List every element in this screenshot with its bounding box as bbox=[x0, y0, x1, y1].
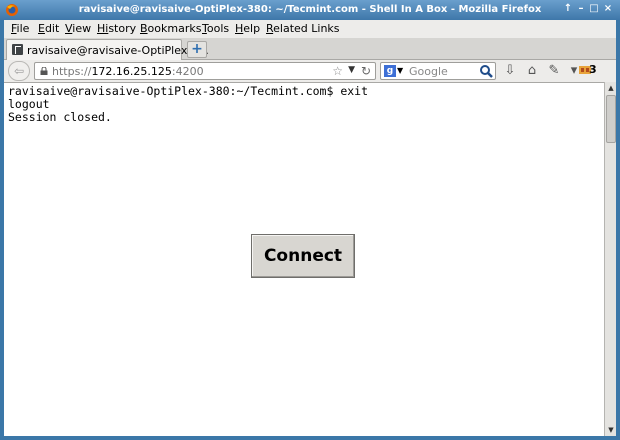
tab-bar: ravisaive@ravisaive-OptiPlex-3... + bbox=[4, 38, 616, 60]
tab-shell-in-a-box[interactable]: ravisaive@ravisaive-OptiPlex-3... bbox=[6, 39, 209, 60]
menu-tools-rest: ools bbox=[206, 22, 230, 35]
menu-related-links[interactable]: Related Links bbox=[266, 22, 340, 35]
engine-dropdown-icon[interactable]: ▼ bbox=[397, 66, 403, 75]
back-arrow-icon: ⇦ bbox=[13, 64, 25, 78]
search-placeholder: Google bbox=[409, 65, 448, 78]
scroll-thumb[interactable] bbox=[606, 95, 616, 143]
menu-edit-rest: dit bbox=[44, 22, 60, 35]
url-text: https://172.16.25.125:4200 bbox=[52, 65, 204, 78]
url-host: 172.16.25.125 bbox=[91, 65, 172, 78]
terminal-line: ravisaive@ravisaive-OptiPlex-380:~/Tecmi… bbox=[8, 84, 369, 98]
search-bar[interactable]: g ▼ Google bbox=[380, 62, 496, 80]
lock-icon bbox=[40, 67, 48, 75]
home-icon[interactable]: ⌂ bbox=[524, 63, 540, 79]
menu-bookmarks-rest: ookmarks bbox=[147, 22, 202, 35]
menu-help[interactable]: Help bbox=[235, 22, 260, 35]
url-port: :4200 bbox=[171, 65, 204, 78]
window-title: ravisaive@ravisaive-OptiPlex-380: ~/Tecm… bbox=[78, 4, 542, 15]
tab-label: ravisaive@ravisaive-OptiPlex-3... bbox=[27, 44, 209, 57]
terminal-output[interactable]: ravisaive@ravisaive-OptiPlex-380:~/Tecmi… bbox=[8, 85, 368, 124]
page-content[interactable]: ravisaive@ravisaive-OptiPlex-380:~/Tecmi… bbox=[4, 82, 604, 436]
window-maximize-button[interactable]: □ bbox=[588, 3, 600, 15]
url-bar[interactable]: https://172.16.25.125:4200 ☆ ▼ ↻ bbox=[34, 62, 376, 80]
menu-bookmarks[interactable]: Bookmarks bbox=[140, 22, 201, 35]
vertical-scrollbar[interactable]: ▲ ▼ bbox=[604, 82, 616, 436]
url-dropdown-icon[interactable]: ▼ bbox=[348, 65, 355, 75]
back-button[interactable]: ⇦ bbox=[8, 61, 30, 81]
scroll-up-icon[interactable]: ▲ bbox=[606, 83, 616, 93]
menu-file-rest: ile bbox=[16, 22, 30, 35]
new-tab-button[interactable]: + bbox=[187, 41, 207, 58]
reload-icon[interactable]: ↻ bbox=[361, 64, 371, 78]
menu-bar: File Edit View History Bookmarks Tools H… bbox=[4, 20, 616, 38]
addon-icon[interactable]: ✎ bbox=[546, 63, 562, 79]
menu-view-rest: iew bbox=[72, 22, 92, 35]
addon-count-badge: 3 bbox=[589, 63, 597, 76]
menu-edit-key: E bbox=[38, 22, 45, 35]
search-icon[interactable] bbox=[479, 64, 493, 78]
connect-button[interactable]: Connect bbox=[251, 234, 355, 278]
menu-history-key: Hi bbox=[97, 22, 109, 35]
terminal-line: Session closed. bbox=[8, 110, 112, 124]
url-scheme: https:// bbox=[52, 65, 92, 78]
menu-tools[interactable]: Tools bbox=[202, 22, 229, 35]
menu-help-rest: elp bbox=[243, 22, 261, 35]
bookmark-star-icon[interactable]: ☆ bbox=[332, 64, 343, 78]
firefox-window: ravisaive@ravisaive-OptiPlex-380: ~/Tecm… bbox=[0, 0, 620, 440]
navigation-toolbar: ⇦ https://172.16.25.125:4200 ☆ ▼ ↻ g ▼ G… bbox=[4, 60, 616, 82]
menu-history[interactable]: History bbox=[97, 22, 136, 35]
shellinabox-favicon-icon bbox=[12, 44, 23, 55]
window-close-button[interactable]: × bbox=[602, 3, 614, 15]
title-bar[interactable]: ravisaive@ravisaive-OptiPlex-380: ~/Tecm… bbox=[0, 0, 620, 20]
download-icon[interactable]: ⇩ bbox=[502, 63, 518, 79]
menu-file[interactable]: File bbox=[11, 22, 29, 35]
window-up-button[interactable]: ↑ bbox=[562, 3, 574, 15]
browser-client: File Edit View History Bookmarks Tools H… bbox=[4, 20, 616, 436]
menu-related-links-rest: elated Links bbox=[273, 22, 340, 35]
window-minimize-button[interactable]: – bbox=[575, 3, 587, 15]
menu-bookmarks-key: B bbox=[140, 22, 148, 35]
menu-history-rest: story bbox=[108, 22, 137, 35]
scroll-down-icon[interactable]: ▼ bbox=[606, 425, 616, 435]
menu-view[interactable]: View bbox=[65, 22, 91, 35]
menu-edit[interactable]: Edit bbox=[38, 22, 59, 35]
google-engine-icon[interactable]: g bbox=[384, 65, 396, 77]
